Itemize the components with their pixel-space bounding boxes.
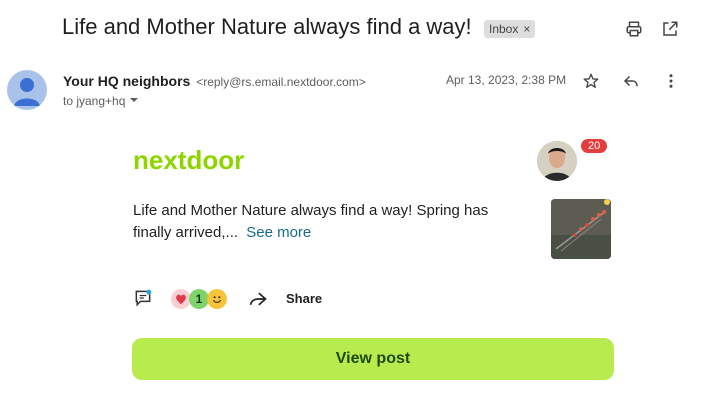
sender-name[interactable]: Your HQ neighbors (63, 73, 190, 89)
chevron-down-icon[interactable] (129, 94, 139, 108)
sender-email: <reply@rs.email.nextdoor.com> (196, 75, 366, 89)
comment-icon[interactable] (133, 288, 153, 308)
profile-photo[interactable] (537, 141, 577, 181)
email-date: Apr 13, 2023, 2:38 PM (446, 73, 567, 87)
heart-icon[interactable] (171, 289, 191, 309)
reaction-count[interactable]: 1 (189, 289, 209, 309)
subject-row: Life and Mother Nature always find a way… (62, 14, 692, 44)
print-icon[interactable] (623, 18, 645, 40)
recipient-text: to jyang+hq (63, 94, 126, 108)
share-icon[interactable] (247, 289, 269, 309)
inbox-label-text: Inbox (489, 22, 519, 36)
post-thumbnail[interactable] (551, 199, 611, 259)
more-vert-icon[interactable] (660, 70, 682, 92)
sender-avatar[interactable] (7, 70, 47, 110)
post-text-block: Life and Mother Nature always find a way… (133, 200, 518, 244)
star-icon[interactable] (580, 70, 602, 92)
brand-logo-text: nextdoor (133, 146, 244, 175)
sender-line: Your HQ neighbors <reply@rs.email.nextdo… (63, 73, 366, 89)
view-post-button[interactable]: View post (132, 338, 614, 380)
post-actions: 1 Share (133, 288, 433, 310)
inbox-label-chip[interactable]: Inbox × (484, 20, 536, 38)
see-more-link[interactable]: See more (246, 224, 311, 241)
open-in-new-icon[interactable] (659, 18, 681, 40)
smile-icon[interactable] (207, 289, 227, 309)
reply-icon[interactable] (620, 70, 642, 92)
nextdoor-logo[interactable]: nextdoor (133, 145, 259, 181)
remove-label-icon[interactable]: × (523, 22, 530, 36)
notification-count-badge: 20 (581, 139, 608, 153)
share-button[interactable]: Share (286, 291, 322, 306)
recipient-details[interactable]: to jyang+hq (63, 94, 139, 108)
email-subject: Life and Mother Nature always find a way… (62, 14, 472, 39)
